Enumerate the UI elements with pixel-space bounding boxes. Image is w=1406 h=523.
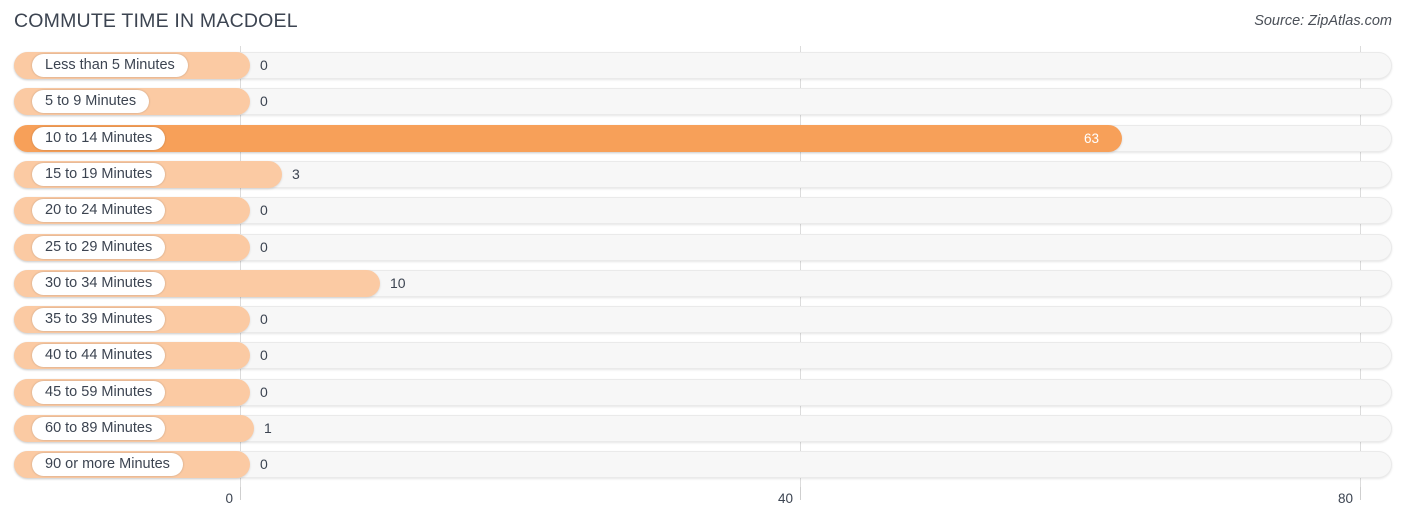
bar-value-label: 0 <box>260 347 268 364</box>
bar-category-label: 25 to 29 Minutes <box>32 235 166 259</box>
bar-row[interactable]: 20 to 24 Minutes 0 <box>14 197 1392 225</box>
bar-row[interactable]: 25 to 29 Minutes 0 <box>14 233 1392 261</box>
bar-row[interactable]: 10 to 14 Minutes 63 <box>14 124 1392 152</box>
bar-category-label: 45 to 59 Minutes <box>32 380 166 404</box>
bar-row[interactable]: 60 to 89 Minutes 1 <box>14 415 1392 442</box>
bar-value-label: 0 <box>260 93 268 110</box>
axis-tick-mark <box>1360 487 1361 500</box>
bar-category-label: Less than 5 Minutes <box>32 54 188 77</box>
bar-row[interactable]: 45 to 59 Minutes 0 <box>14 378 1392 406</box>
axis-tick-mark <box>240 487 241 500</box>
bar-row[interactable]: 90 or more Minutes 0 <box>14 451 1392 479</box>
bar-category-label: 10 to 14 Minutes <box>32 126 166 150</box>
chart-header: COMMUTE TIME IN MACDOEL Source: ZipAtlas… <box>0 0 1406 46</box>
bar-fill <box>14 124 1122 152</box>
bar-value-label: 0 <box>260 383 268 400</box>
bar-category-label: 30 to 34 Minutes <box>32 271 166 295</box>
axis-tick-label-40: 40 <box>777 491 793 506</box>
bar-value-label: 0 <box>260 456 268 473</box>
bar-category-label: 90 or more Minutes <box>32 453 183 477</box>
bar-value-label: 0 <box>260 57 268 73</box>
bar-value-label: 63 <box>1084 130 1100 146</box>
axis-tick-label-80: 80 <box>1337 491 1353 506</box>
x-axis: 0 40 80 <box>0 487 1406 523</box>
source-attribution: Source: ZipAtlas.com <box>1254 13 1392 29</box>
bar-category-label: 5 to 9 Minutes <box>32 90 150 114</box>
bar-category-label: 35 to 39 Minutes <box>32 308 166 332</box>
bar-value-label: 10 <box>390 274 406 291</box>
bar-value-label: 0 <box>260 311 268 328</box>
bar-row[interactable]: 30 to 34 Minutes 10 <box>14 269 1392 297</box>
bar-value-label: 1 <box>264 420 272 436</box>
bar-row[interactable]: 35 to 39 Minutes 0 <box>14 306 1392 334</box>
page-title: COMMUTE TIME IN MACDOEL <box>14 10 298 32</box>
bar-row[interactable]: 15 to 19 Minutes 3 <box>14 160 1392 188</box>
bar-category-label: 20 to 24 Minutes <box>32 199 166 223</box>
axis-tick-label-0: 0 <box>225 491 233 506</box>
bar-row[interactable]: Less than 5 Minutes 0 <box>14 52 1392 79</box>
chart-plot-area: Less than 5 Minutes 0 5 to 9 Minutes 0 10 to… <box>0 46 1406 487</box>
bar-value-label: 0 <box>260 238 268 255</box>
bar-value-label: 3 <box>292 165 300 182</box>
bar-row[interactable]: 5 to 9 Minutes 0 <box>14 88 1392 116</box>
axis-tick-mark <box>800 487 801 500</box>
bar-value-label: 0 <box>260 202 268 219</box>
bar-category-label: 40 to 44 Minutes <box>32 344 166 368</box>
bar-category-label: 60 to 89 Minutes <box>32 417 166 440</box>
bar-row[interactable]: 40 to 44 Minutes 0 <box>14 342 1392 370</box>
bar-category-label: 15 to 19 Minutes <box>32 162 166 186</box>
